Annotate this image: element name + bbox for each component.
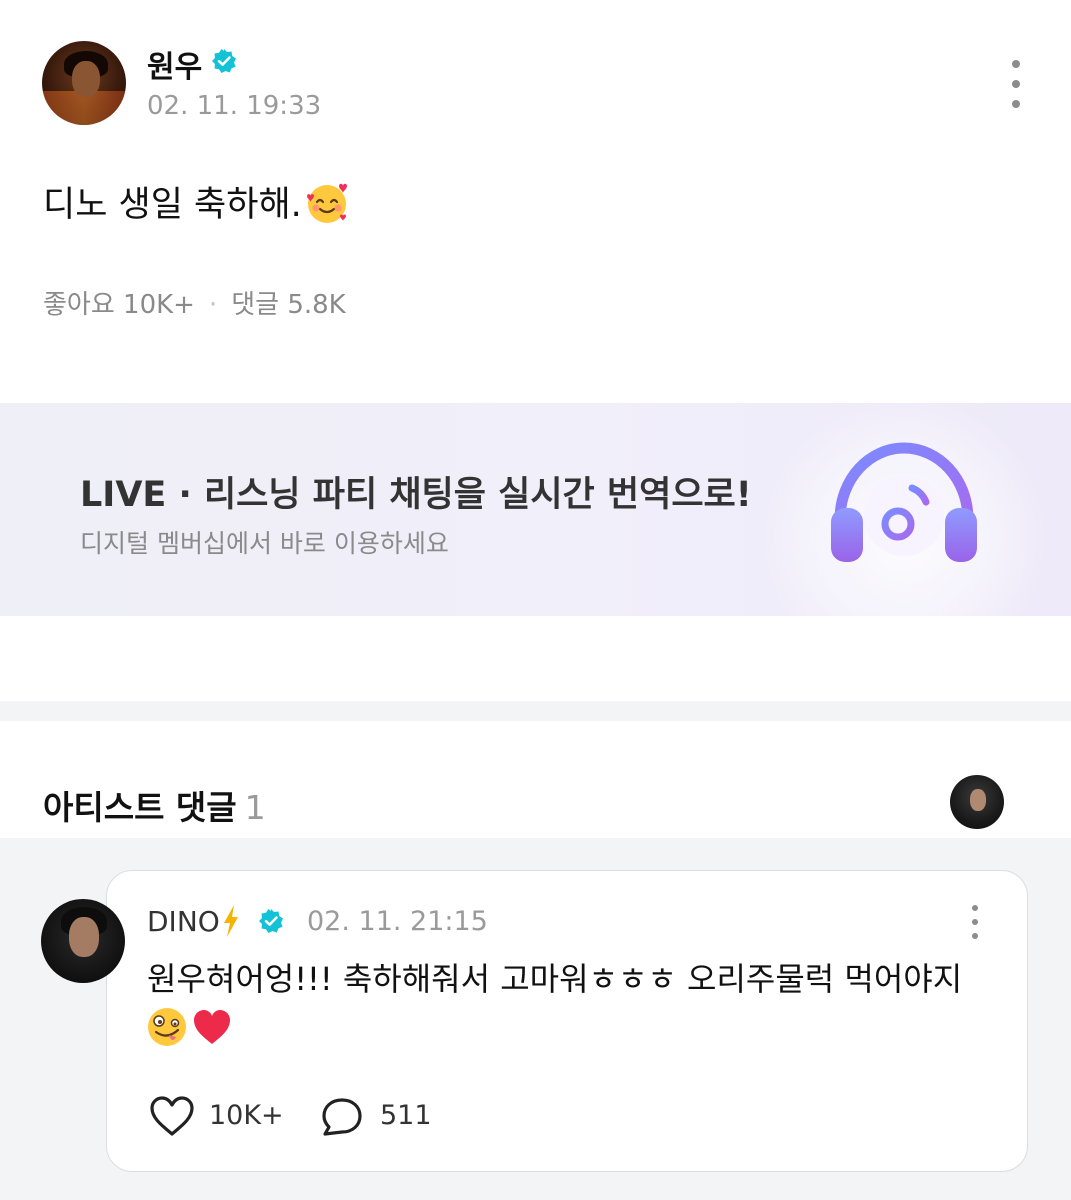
verified-badge-icon [259,909,283,933]
artist-comments-count: 1 [244,788,266,827]
headphone-music-icon [831,442,977,562]
smiling-face-with-hearts-icon [306,183,347,223]
section-divider [0,701,1071,721]
banner-title: LIVE · 리스닝 파티 채팅을 실시간 번역으로! [80,475,752,515]
stats-separator: · [208,290,218,320]
post-stats: 좋아요 10K+ · 댓글 5.8K [43,284,346,321]
author-avatar[interactable] [42,41,126,125]
comment-emojis [146,1006,233,1048]
post-text: 디노 생일 축하해. [43,176,350,227]
post-author-name[interactable]: 원우 [147,42,202,86]
artist-comments-title: 아티스트 댓글 [43,788,237,827]
likes-label: 좋아요 [43,290,115,320]
comments-label: 댓글 [231,290,280,320]
comment-timestamp: 02. 11. 21:15 [307,906,488,937]
banner-subtitle: 디지털 멤버십에서 바로 이용하세요 [80,529,449,558]
more-options-icon[interactable] [1000,60,1032,108]
lightning-icon [224,905,238,937]
comment-more-options-icon[interactable] [962,905,988,939]
comment-author-avatar[interactable] [41,899,125,983]
red-heart-icon [194,1010,231,1044]
post-text-content: 디노 생일 축하해. [43,185,302,225]
post-timestamp: 02. 11. 19:33 [147,91,322,121]
reply-bubble-icon[interactable] [320,1096,364,1138]
like-heart-icon[interactable] [148,1094,196,1138]
zany-face-icon [148,1008,186,1046]
comment-reply-count: 511 [380,1100,432,1131]
artist-filter-avatar[interactable] [950,775,1004,829]
comment-like-count: 10K+ [209,1100,284,1131]
likes-count[interactable]: 10K+ [123,290,195,320]
verified-badge-icon [212,49,236,73]
comments-count[interactable]: 5.8K [287,290,345,320]
comment-text: 원우혀어엉!!! 축하해줘서 고마워ㅎㅎㅎ 오리주물럭 먹어야지 [147,960,963,998]
comment-author-name[interactable]: DINO [147,905,220,938]
artist-comments-header: 아티스트 댓글 1 [43,781,266,829]
